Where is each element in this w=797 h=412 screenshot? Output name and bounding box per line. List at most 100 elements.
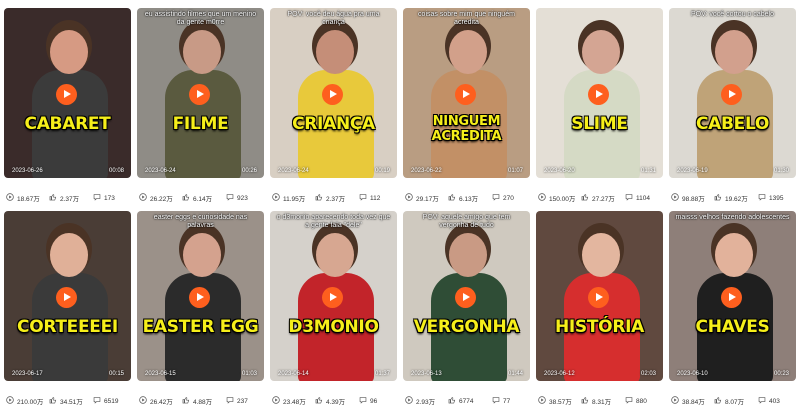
video-card[interactable]: CORTEEEEI 2023-06-17 00:15 210.00万 34.51… — [4, 211, 131, 411]
video-caption: maisss velhos fazendo adolescentes — [675, 214, 790, 221]
play-icon[interactable] — [56, 84, 77, 105]
play-icon[interactable] — [322, 287, 343, 308]
video-caption: coisas sobre mim que ninguém acredita — [418, 11, 515, 26]
video-thumbnail[interactable]: HISTÓRIA 2023-06-12 02:03 — [536, 211, 663, 381]
comments-count: 403 — [769, 397, 780, 405]
comment-icon — [93, 193, 101, 203]
video-card[interactable]: o d3monio aparecendo toda vez que a gent… — [270, 211, 397, 411]
video-stats: 150.00万 27.27万 1104 — [538, 193, 663, 203]
video-thumbnail[interactable]: eu assistindo filmes que um menino da ge… — [137, 8, 264, 178]
play-count-icon — [671, 396, 679, 406]
video-title-overlay: CABARET — [24, 114, 111, 134]
video-caption: eu assistindo filmes que um menino da ge… — [144, 11, 257, 26]
video-thumbnail[interactable]: POV: aquele amigo que tem vergonha de tu… — [403, 211, 530, 381]
play-icon[interactable] — [189, 84, 210, 105]
comment-icon — [625, 396, 633, 406]
play-icon[interactable] — [189, 287, 210, 308]
video-thumbnail[interactable]: easter eggs e curiosidade nas palavras E… — [137, 211, 264, 381]
thumbs-up-icon — [581, 396, 589, 406]
play-count-icon — [405, 193, 413, 203]
comments-stat: 96 — [359, 396, 377, 406]
video-card[interactable]: coisas sobre mim que ninguém acredita NI… — [403, 8, 530, 208]
video-title-overlay: SLIME — [571, 114, 628, 134]
plays-stat: 23.48万 — [272, 396, 306, 406]
comment-icon — [625, 193, 633, 203]
video-thumbnail[interactable]: POV: você deu água pra uma criança CRIAN… — [270, 8, 397, 178]
likes-stat: 6.13万 — [448, 193, 478, 203]
comments-stat: 1395 — [758, 193, 783, 203]
comments-count: 1104 — [636, 194, 650, 202]
play-icon[interactable] — [455, 84, 476, 105]
play-icon[interactable] — [588, 287, 609, 308]
video-card[interactable]: POV: você cortou o cabelo CABELO 2023-06… — [669, 8, 796, 208]
video-thumbnail[interactable]: maisss velhos fazendo adolescentes CHAVE… — [669, 211, 796, 381]
video-duration: 01:30 — [773, 168, 789, 174]
comment-icon — [492, 396, 500, 406]
likes-stat: 2.37万 — [315, 193, 345, 203]
video-caption: POV: você cortou o cabelo — [690, 11, 774, 18]
video-card[interactable]: HISTÓRIA 2023-06-12 02:03 38.57万 8.31万 8… — [536, 211, 663, 411]
plays-count: 150.00万 — [549, 196, 576, 203]
likes-stat: 6.14万 — [182, 193, 212, 203]
comments-count: 237 — [237, 397, 248, 405]
play-icon[interactable] — [721, 84, 742, 105]
comment-icon — [758, 396, 766, 406]
thumbs-up-icon — [49, 193, 57, 203]
play-count-icon — [139, 193, 147, 203]
thumbs-up-icon — [182, 193, 190, 203]
play-count-icon — [538, 396, 546, 406]
video-card[interactable]: easter eggs e curiosidade nas palavras E… — [137, 211, 264, 411]
video-stats: 2.93万 6774 77 — [405, 396, 530, 406]
comments-count: 270 — [503, 194, 514, 202]
video-thumbnail[interactable]: CORTEEEEI 2023-06-17 00:15 — [4, 211, 131, 381]
video-date: 2023-06-19 — [677, 168, 708, 174]
plays-count: 26.42万 — [150, 399, 173, 406]
video-caption: easter eggs e curiosidade nas palavras — [153, 214, 248, 229]
video-thumbnail[interactable]: coisas sobre mim que ninguém acredita NI… — [403, 8, 530, 178]
video-stats: 38.84万 8.07万 403 — [671, 396, 796, 406]
video-card[interactable]: POV: aquele amigo que tem vergonha de tu… — [403, 211, 530, 411]
video-caption: o d3monio aparecendo toda vez que a gent… — [276, 214, 391, 229]
play-icon[interactable] — [56, 287, 77, 308]
video-date: 2023-06-15 — [145, 371, 176, 377]
comment-icon — [93, 396, 101, 406]
plays-stat: 2.93万 — [405, 396, 435, 406]
video-card[interactable]: eu assistindo filmes que um menino da ge… — [137, 8, 264, 208]
video-title-overlay: VERGONHA — [413, 317, 520, 337]
plays-count: 23.48万 — [283, 399, 306, 406]
plays-stat: 11.95万 — [272, 193, 305, 203]
video-duration: 01:03 — [241, 371, 257, 377]
likes-count: 2.37万 — [60, 196, 80, 203]
plays-count: 18.67万 — [17, 196, 40, 203]
video-date: 2023-06-17 — [12, 371, 43, 377]
video-grid: CABARET 2023-06-26 00:08 18.67万 2.37万 17… — [0, 0, 797, 412]
video-card[interactable]: POV: você deu água pra uma criança CRIAN… — [270, 8, 397, 208]
play-icon[interactable] — [455, 287, 476, 308]
plays-stat: 29.17万 — [405, 193, 439, 203]
video-duration: 00:08 — [108, 168, 124, 174]
video-card[interactable]: maisss velhos fazendo adolescentes CHAVE… — [669, 211, 796, 411]
video-thumbnail[interactable]: SLIME 2023-06-20 01:31 — [536, 8, 663, 178]
play-icon[interactable] — [588, 84, 609, 105]
play-count-icon — [6, 396, 14, 406]
plays-stat: 26.22万 — [139, 193, 173, 203]
video-thumbnail[interactable]: CABARET 2023-06-26 00:08 — [4, 8, 131, 178]
play-icon[interactable] — [721, 287, 742, 308]
thumbs-up-icon — [49, 396, 57, 406]
video-duration: 00:15 — [108, 371, 124, 377]
video-thumbnail[interactable]: POV: você cortou o cabelo CABELO 2023-06… — [669, 8, 796, 178]
video-title-overlay: CHAVES — [695, 317, 770, 337]
plays-count: 210.00万 — [17, 399, 44, 406]
video-thumbnail[interactable]: o d3monio aparecendo toda vez que a gent… — [270, 211, 397, 381]
likes-stat: 27.27万 — [581, 193, 615, 203]
likes-stat: 34.51万 — [49, 396, 83, 406]
video-date: 2023-06-13 — [411, 371, 442, 377]
play-icon[interactable] — [322, 84, 343, 105]
comments-count: 96 — [370, 397, 378, 405]
video-duration: 00:19 — [374, 168, 390, 174]
video-caption: POV: você deu água pra uma criança — [287, 11, 380, 26]
video-card[interactable]: SLIME 2023-06-20 01:31 150.00万 27.27万 11… — [536, 8, 663, 208]
likes-stat: 8.31万 — [581, 396, 611, 406]
video-card[interactable]: CABARET 2023-06-26 00:08 18.67万 2.37万 17… — [4, 8, 131, 208]
likes-stat: 2.37万 — [49, 193, 79, 203]
